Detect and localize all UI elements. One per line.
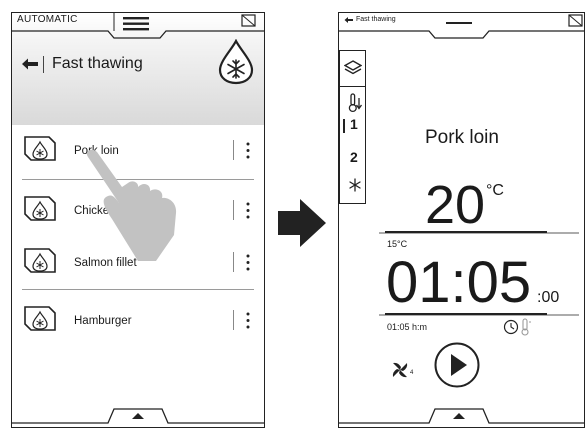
right-screen: Fast thawing 1 2 Pork loin 20 °C 15°C 01… [338, 12, 585, 428]
side-item-indicator [343, 119, 345, 133]
page-title: Fast thawing [52, 55, 143, 72]
transition-arrow-icon [278, 199, 326, 247]
back-arrow-icon[interactable] [21, 57, 41, 71]
item-separator [233, 310, 234, 330]
temperature-min-label: 15°C [387, 239, 408, 249]
header-separator [43, 56, 44, 73]
bottom-tab[interactable] [12, 403, 265, 427]
fan-icon [392, 362, 408, 378]
status-bar: AUTOMATIC [12, 13, 264, 39]
recipe-name: Pork loin [425, 127, 499, 148]
temperature-unit: °C [486, 182, 504, 199]
thaw-item-icon [24, 136, 56, 161]
play-button[interactable] [434, 342, 480, 388]
left-screen: AUTOMATIC Fast thawing Pork loin Chicke … [11, 12, 265, 428]
temperature-down-icon[interactable] [348, 93, 364, 113]
fan-level: 4 [410, 370, 414, 376]
status-bar: Fast thawing [339, 13, 584, 39]
menu-icon[interactable] [122, 16, 150, 32]
temperature-value[interactable]: 20 [425, 176, 485, 234]
layers-icon [344, 60, 362, 75]
timer-unit-label: 01:05 h:m [387, 322, 428, 332]
handle-bar[interactable] [446, 22, 472, 25]
timer-seconds: :00 [537, 289, 560, 306]
clock-icon [503, 319, 519, 335]
more-options-icon[interactable] [245, 141, 251, 161]
side-item-2[interactable]: 2 [350, 149, 358, 165]
no-signal-icon [568, 14, 583, 27]
bottom-tab[interactable] [339, 403, 585, 427]
thaw-item-icon [24, 196, 56, 221]
thaw-item-icon [24, 306, 56, 331]
more-options-icon[interactable] [245, 201, 251, 221]
snowflake-icon[interactable] [348, 177, 362, 193]
list-item-hamburger[interactable]: Hamburger [12, 293, 264, 349]
item-separator [233, 140, 234, 160]
status-notch [339, 30, 584, 39]
layers-tab[interactable] [339, 50, 366, 88]
item-separator [233, 200, 234, 220]
no-signal-icon [241, 14, 256, 27]
tap-hand-icon [86, 149, 177, 261]
thaw-item-icon [24, 248, 56, 273]
thaw-drop-icon [218, 39, 254, 85]
side-item-1[interactable]: 1 [350, 116, 358, 132]
more-options-icon[interactable] [245, 311, 251, 331]
probe-icon [521, 318, 531, 336]
more-options-icon[interactable] [245, 253, 251, 273]
item-label: Hamburger [74, 315, 132, 327]
timer-underline [379, 313, 579, 316]
item-separator [233, 252, 234, 272]
temperature-underline [379, 231, 579, 234]
list-divider [22, 289, 254, 290]
side-menu: 1 2 [339, 86, 366, 204]
timer-value[interactable]: 01:05 [386, 252, 531, 314]
